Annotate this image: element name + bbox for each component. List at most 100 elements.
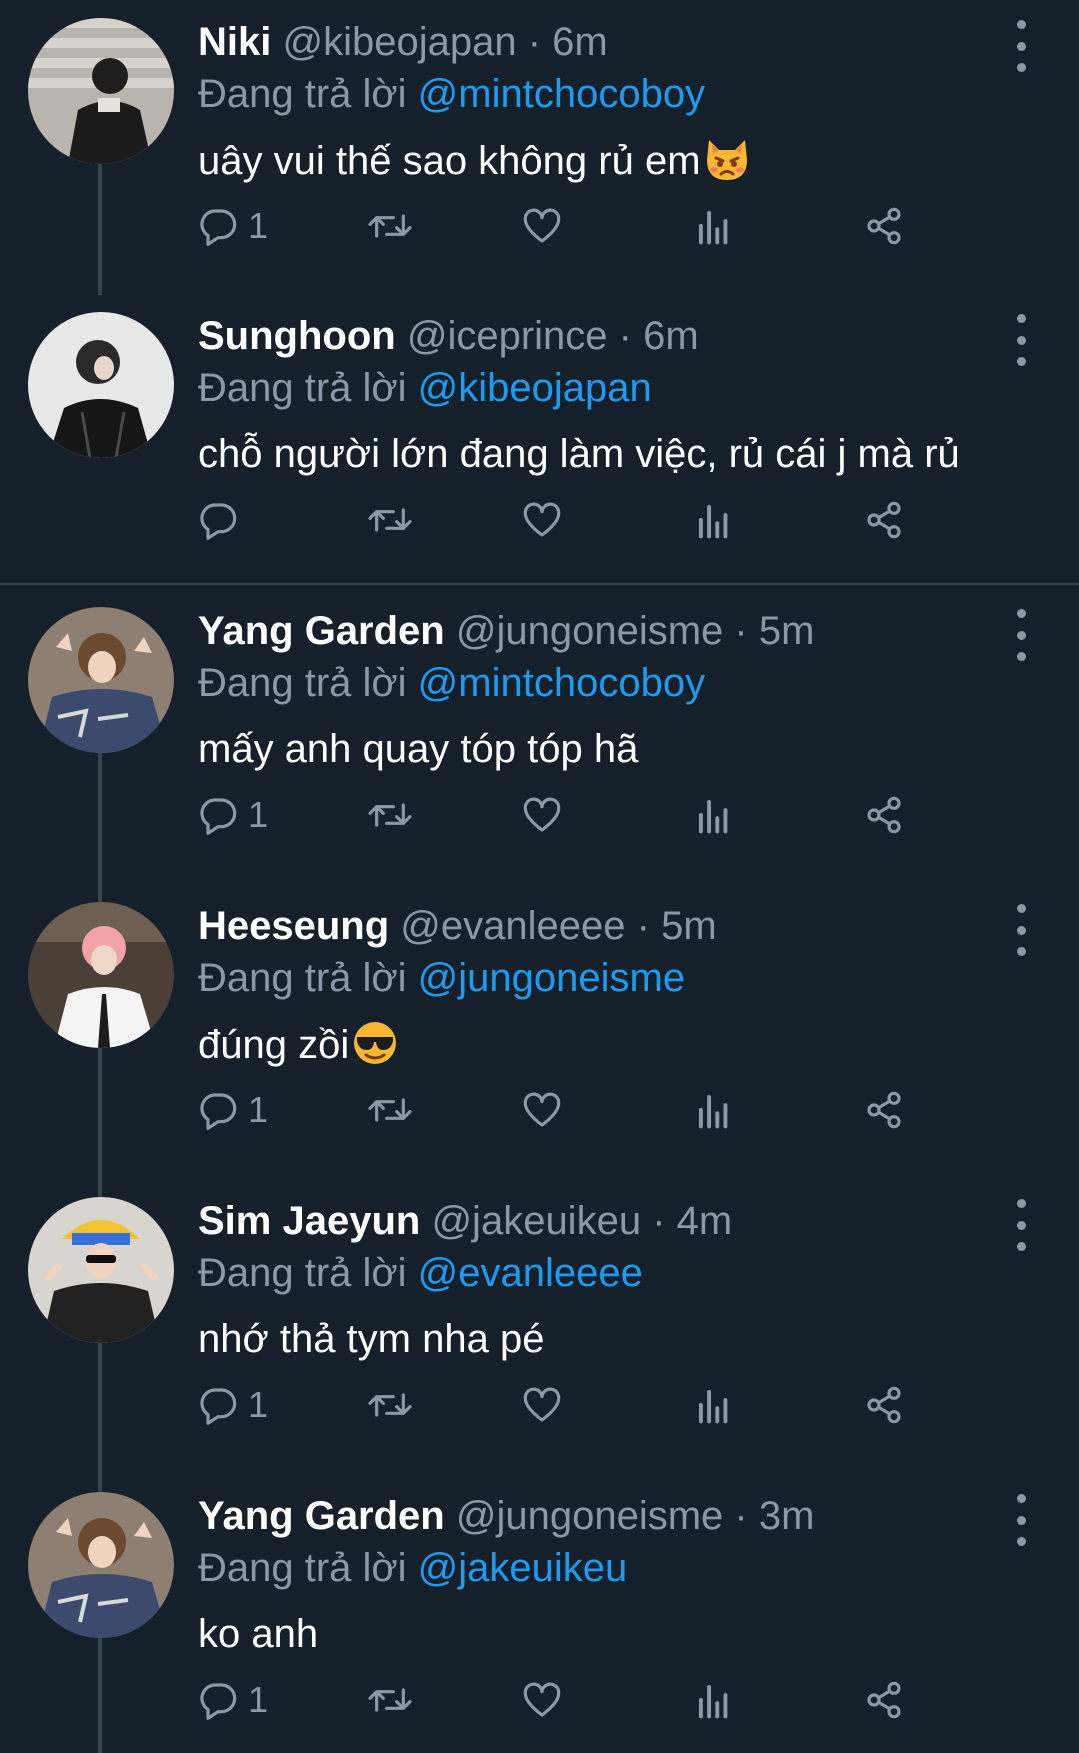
display-name[interactable]: Heeseung (198, 904, 389, 948)
tweet[interactable]: Sunghoon @iceprince · 6m Đang trả lời @k… (0, 294, 1079, 589)
avatar[interactable] (28, 1492, 174, 1638)
tweet-text: ko anh (198, 1610, 318, 1658)
mention-link[interactable]: @jungoneisme (418, 956, 685, 1000)
mention-link[interactable]: @evanleeee (418, 1251, 643, 1295)
thread-line (98, 1343, 102, 1474)
tweet[interactable]: Heeseung @evanleeee · 5m Đang trả lời @j… (0, 884, 1079, 1179)
reply-button[interactable]: 1 (198, 1672, 268, 1728)
analytics-icon (698, 210, 728, 245)
share-button[interactable] (864, 1082, 904, 1138)
more-options-button[interactable] (1006, 20, 1036, 72)
timestamp[interactable]: 4m (677, 1199, 733, 1243)
tweet[interactable]: Yang Garden @jungoneisme · 3m Đang trả l… (0, 1474, 1079, 1753)
like-button[interactable] (522, 1082, 562, 1138)
more-options-button[interactable] (1006, 904, 1036, 956)
more-options-button[interactable] (1006, 314, 1036, 366)
like-icon (523, 502, 561, 537)
reply-button[interactable]: 1 (198, 1082, 268, 1138)
retweet-button[interactable] (366, 1672, 414, 1728)
display-name[interactable]: Sim Jaeyun (198, 1199, 420, 1243)
reply-button[interactable]: 1 (198, 1377, 268, 1433)
reply-button[interactable]: 1 (198, 787, 268, 843)
share-button[interactable] (864, 1377, 904, 1433)
analytics-button[interactable] (696, 787, 732, 843)
more-options-button[interactable] (1006, 609, 1036, 661)
share-button[interactable] (864, 198, 904, 254)
analytics-icon (698, 1094, 728, 1129)
share-button[interactable] (864, 787, 904, 843)
user-handle[interactable]: @jungoneisme (456, 609, 723, 653)
analytics-button[interactable] (696, 1672, 732, 1728)
display-name[interactable]: Niki (198, 20, 271, 64)
user-handle[interactable]: @iceprince (407, 314, 608, 358)
like-button[interactable] (522, 787, 562, 843)
display-name[interactable]: Yang Garden (198, 1494, 445, 1538)
retweet-icon (368, 1688, 412, 1712)
display-name[interactable]: Sunghoon (198, 314, 396, 358)
tweet-header: Sunghoon @iceprince · 6m (198, 312, 699, 360)
avatar[interactable] (28, 1197, 174, 1343)
timestamp[interactable]: 6m (552, 20, 608, 64)
retweet-button[interactable] (366, 492, 414, 548)
share-button[interactable] (864, 492, 904, 548)
analytics-button[interactable] (696, 1082, 732, 1138)
tweet[interactable]: Yang Garden @jungoneisme · 5m Đang trả l… (0, 589, 1079, 884)
share-icon (867, 1091, 901, 1129)
reply-count: 1 (248, 1384, 269, 1425)
display-name[interactable]: Yang Garden (198, 609, 445, 653)
timestamp[interactable]: 3m (759, 1494, 815, 1538)
analytics-button[interactable] (696, 198, 732, 254)
analytics-button[interactable] (696, 1377, 732, 1433)
timestamp[interactable]: 5m (661, 904, 717, 948)
reply-button[interactable] (198, 492, 248, 548)
tweet[interactable]: Niki @kibeojapan · 6m Đang trả lời @mint… (0, 0, 1079, 295)
reply-thread: Niki @kibeojapan · 6m Đang trả lời @mint… (0, 0, 1079, 1753)
share-icon (867, 1681, 901, 1719)
reply-button[interactable]: 1 (198, 198, 268, 254)
user-handle[interactable]: @jakeuikeu (431, 1199, 641, 1243)
user-handle[interactable]: @evanleeee (400, 904, 625, 948)
reply-count: 1 (248, 1679, 269, 1720)
tweet-header: Yang Garden @jungoneisme · 5m (198, 607, 814, 655)
share-icon (867, 796, 901, 834)
retweet-button[interactable] (366, 1377, 414, 1433)
tweet-text-content: uây vui thế sao không rủ em (198, 139, 701, 183)
more-options-button[interactable] (1006, 1494, 1036, 1546)
user-handle[interactable]: @kibeojapan (282, 20, 516, 64)
analytics-button[interactable] (696, 492, 732, 548)
retweet-button[interactable] (366, 198, 414, 254)
tweet-text: chỗ người lớn đang làm việc, rủ cái j mà… (198, 430, 960, 478)
retweet-icon (368, 1098, 412, 1122)
mention-link[interactable]: @mintchocoboy (418, 661, 705, 705)
timestamp[interactable]: 6m (643, 314, 699, 358)
tweet-text: mấy anh quay tóp tóp hã (198, 725, 638, 773)
replying-to-label: Đang trả lời (198, 1546, 407, 1590)
avatar[interactable] (28, 312, 174, 458)
tweet[interactable]: Sim Jaeyun @jakeuikeu · 4m Đang trả lời … (0, 1179, 1079, 1474)
retweet-button[interactable] (366, 1082, 414, 1138)
like-button[interactable] (522, 1377, 562, 1433)
thread-line (98, 1474, 102, 1492)
mention-link[interactable]: @kibeojapan (418, 366, 652, 410)
separator-dot: · (734, 609, 748, 653)
avatar[interactable] (28, 18, 174, 164)
user-handle[interactable]: @jungoneisme (456, 1494, 723, 1538)
avatar[interactable] (28, 902, 174, 1048)
avatar[interactable] (28, 607, 174, 753)
like-button[interactable] (522, 492, 562, 548)
more-options-button[interactable] (1006, 1199, 1036, 1251)
analytics-icon (698, 1389, 728, 1424)
timestamp[interactable]: 5m (759, 609, 815, 653)
reply-icon (200, 1093, 237, 1130)
share-button[interactable] (864, 1672, 904, 1728)
thread-divider (0, 583, 1079, 585)
thread-line (98, 884, 102, 902)
reply-icon (200, 1683, 237, 1720)
mention-link[interactable]: @jakeuikeu (418, 1546, 628, 1590)
like-button[interactable] (522, 198, 562, 254)
like-button[interactable] (522, 1672, 562, 1728)
tweet-actions (198, 492, 1018, 548)
mention-link[interactable]: @mintchocoboy (418, 72, 705, 116)
sunglasses-face-emoji-icon (351, 1020, 399, 1077)
retweet-button[interactable] (366, 787, 414, 843)
